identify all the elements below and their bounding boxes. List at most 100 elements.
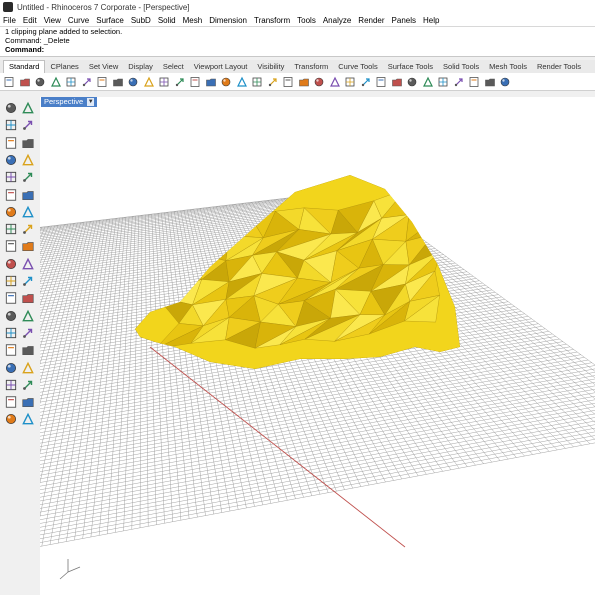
tab-mesh-tools[interactable]: Mesh Tools (484, 61, 532, 73)
menu-help[interactable]: Help (423, 16, 439, 25)
menu-panels[interactable]: Panels (392, 16, 416, 25)
explode-icon[interactable] (21, 239, 35, 253)
hatch-icon[interactable] (21, 343, 35, 357)
select-icon[interactable] (4, 101, 18, 115)
box-solid-icon[interactable] (4, 205, 18, 219)
menu-file[interactable]: File (3, 16, 16, 25)
polygon-icon[interactable] (21, 153, 35, 167)
point-icon[interactable] (21, 101, 35, 115)
menu-solid[interactable]: Solid (158, 16, 176, 25)
tab-set-view[interactable]: Set View (84, 61, 123, 73)
environment-icon[interactable] (484, 76, 496, 88)
cut-icon[interactable] (81, 76, 93, 88)
material-icon[interactable] (437, 76, 449, 88)
shaded-icon[interactable] (391, 76, 403, 88)
tab-standard[interactable]: Standard (3, 60, 46, 73)
tab-select[interactable]: Select (158, 61, 189, 73)
properties-icon[interactable] (329, 76, 341, 88)
tab-surface-tools[interactable]: Surface Tools (383, 61, 438, 73)
boolean-union-icon[interactable] (4, 239, 18, 253)
command-prompt[interactable]: Command: (0, 45, 595, 54)
rotate-view-icon[interactable] (158, 76, 170, 88)
menu-curve[interactable]: Curve (68, 16, 89, 25)
check-icon[interactable] (21, 395, 35, 409)
rotate-icon[interactable] (21, 291, 35, 305)
join-icon[interactable] (4, 257, 18, 271)
menu-analyze[interactable]: Analyze (323, 16, 351, 25)
circle-icon[interactable] (4, 136, 18, 150)
import-icon[interactable] (65, 76, 77, 88)
group-icon[interactable] (4, 361, 18, 375)
tab-solid-tools[interactable]: Solid Tools (438, 61, 484, 73)
split-icon[interactable] (21, 257, 35, 271)
cplane-icon[interactable] (282, 76, 294, 88)
render-mesh-icon[interactable] (21, 412, 35, 426)
zoom-extents-icon[interactable] (205, 76, 217, 88)
undo-icon[interactable] (127, 76, 139, 88)
text-icon[interactable] (21, 326, 35, 340)
tab-cplanes[interactable]: CPlanes (45, 61, 83, 73)
grid-icon[interactable] (267, 76, 279, 88)
open-file-icon[interactable] (19, 76, 31, 88)
arc-icon[interactable] (21, 136, 35, 150)
hide-icon[interactable] (4, 395, 18, 409)
render-icon[interactable] (406, 76, 418, 88)
menu-surface[interactable]: Surface (96, 16, 124, 25)
pan-icon[interactable] (143, 76, 155, 88)
scene-3d[interactable] (40, 97, 595, 595)
help-icon[interactable] (499, 76, 511, 88)
surface-icon[interactable] (4, 188, 18, 202)
menu-dimension[interactable]: Dimension (209, 16, 247, 25)
sphere-solid-icon[interactable] (21, 205, 35, 219)
wireframe-icon[interactable] (375, 76, 387, 88)
tab-viewport-layout[interactable]: Viewport Layout (189, 61, 253, 73)
ungroup-icon[interactable] (21, 361, 35, 375)
osnap-icon[interactable] (344, 76, 356, 88)
undo-view-icon[interactable] (236, 76, 248, 88)
chevron-down-icon[interactable]: ▼ (87, 98, 95, 106)
tab-display[interactable]: Display (123, 61, 158, 73)
zoom-icon[interactable] (174, 76, 186, 88)
color-wheel-icon[interactable] (422, 76, 434, 88)
mesh-icon[interactable] (21, 222, 35, 236)
rectangle-icon[interactable] (4, 153, 18, 167)
viewport-tab[interactable]: Perspective ▼ (41, 97, 98, 107)
lock-icon[interactable] (21, 378, 35, 392)
menu-transform[interactable]: Transform (254, 16, 290, 25)
four-viewports-icon[interactable] (251, 76, 263, 88)
cylinder-icon[interactable] (4, 222, 18, 236)
fillet-icon[interactable] (4, 170, 18, 184)
layer-icon[interactable] (298, 76, 310, 88)
extrude-icon[interactable] (21, 188, 35, 202)
tab-visibility[interactable]: Visibility (252, 61, 289, 73)
curve-icon[interactable] (21, 118, 35, 132)
menu-edit[interactable]: Edit (23, 16, 37, 25)
scale-icon[interactable] (4, 309, 18, 323)
menu-mesh[interactable]: Mesh (183, 16, 203, 25)
block-icon[interactable] (4, 378, 18, 392)
tab-transform[interactable]: Transform (289, 61, 333, 73)
menu-view[interactable]: View (44, 16, 61, 25)
tab-curve-tools[interactable]: Curve Tools (333, 61, 382, 73)
mirror-icon[interactable] (21, 309, 35, 323)
print-icon[interactable] (50, 76, 62, 88)
box-icon[interactable] (360, 76, 372, 88)
new-file-icon[interactable] (3, 76, 15, 88)
menu-render[interactable]: Render (358, 16, 384, 25)
array-icon[interactable] (4, 326, 18, 340)
analyze-icon[interactable] (4, 412, 18, 426)
menu-subd[interactable]: SubD (131, 16, 151, 25)
paste-icon[interactable] (112, 76, 124, 88)
trim-icon[interactable] (4, 274, 18, 288)
tab-render-tools[interactable]: Render Tools (532, 61, 586, 73)
zoom-window-icon[interactable] (189, 76, 201, 88)
move-icon[interactable] (21, 274, 35, 288)
polyline-icon[interactable] (4, 118, 18, 132)
command-input[interactable] (46, 46, 566, 54)
save-icon[interactable] (34, 76, 46, 88)
zoom-selected-icon[interactable] (220, 76, 232, 88)
copy-icon[interactable] (96, 76, 108, 88)
lightbulb-icon[interactable] (313, 76, 325, 88)
menu-tools[interactable]: Tools (297, 16, 316, 25)
dimension-icon[interactable] (4, 343, 18, 357)
